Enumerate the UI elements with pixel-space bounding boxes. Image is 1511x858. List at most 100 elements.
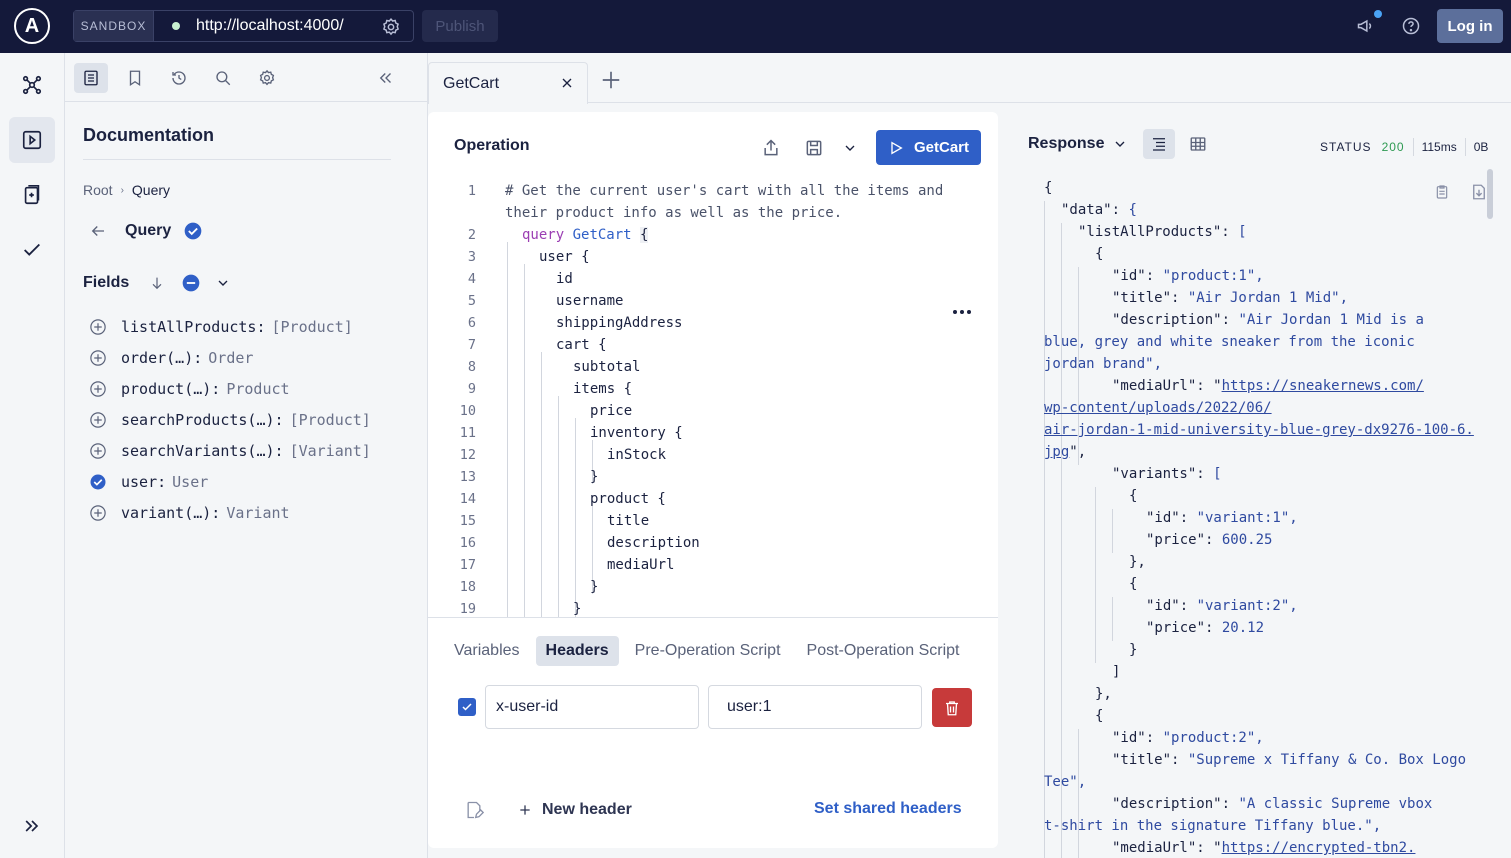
json-link[interactable]: air-jordan-1-mid-university-blue-grey-dx… [1044,422,1474,438]
json-key: "data": [1061,202,1129,218]
json-key: "title": [1112,752,1188,768]
tab-variables[interactable]: Variables [444,636,530,666]
connection-status-icon [172,22,180,30]
json-line: { [1129,576,1138,592]
field-row[interactable]: variant(…): Variant [89,497,371,528]
json-value: "variant:2", [1196,598,1298,614]
json-line: t-shirt in the signature Tiffany blue.", [1044,818,1381,834]
fields-title: Fields [83,274,130,291]
json-key: "description": [1112,796,1239,812]
json-line: { [1129,488,1138,504]
close-icon[interactable] [559,75,575,91]
line-number: 17 [459,557,476,573]
json-line: "data": { [1061,202,1137,218]
login-button[interactable]: Log in [1437,9,1503,43]
endpoint-url-input[interactable]: http://localhost:4000/ [196,17,344,35]
plus-circle-icon[interactable] [89,504,107,522]
new-header-button[interactable]: New header [518,801,632,819]
field-type: User [172,472,209,491]
publish-button[interactable]: Publish [422,10,498,42]
line-number: 11 [459,425,476,441]
code-line: inventory { [590,425,683,441]
bookmark-icon[interactable] [118,63,152,93]
field-name: listAllProducts: [121,317,266,336]
announcement-icon[interactable] [1356,10,1382,36]
tab-pre-operation-script[interactable]: Pre-Operation Script [625,636,791,666]
search-icon[interactable] [206,63,240,93]
json-link[interactable]: https://encrypted-tbn2. [1222,840,1416,856]
breadcrumb-root[interactable]: Root [83,182,113,198]
delete-header-button[interactable] [932,688,972,727]
help-icon[interactable] [1401,16,1421,36]
json-value: "product:1", [1162,268,1264,284]
collapse-panel-icon[interactable] [369,63,403,93]
response-json-viewer[interactable]: {"data": {"listAllProducts": [{"id": "pr… [1044,179,1490,858]
json-link[interactable]: https://sneakernews.com/ [1222,378,1424,394]
share-icon[interactable] [761,138,781,158]
line-number: 7 [467,337,476,353]
chevron-down-icon[interactable] [215,275,231,291]
trash-icon [943,699,961,717]
run-operation-button[interactable]: GetCart [876,130,981,165]
field-type: Variant [226,503,290,522]
field-row[interactable]: searchVariants(…): [Variant] [89,435,371,466]
response-title-dropdown[interactable]: Response [1028,135,1128,153]
documentation-icon[interactable] [74,63,108,93]
tab-post-operation-script[interactable]: Post-Operation Script [797,636,970,666]
header-enabled-checkbox[interactable] [458,698,476,716]
sort-arrow-down-icon[interactable] [149,275,165,291]
json-line: "title": "Air Jordan 1 Mid", [1112,290,1348,306]
table-view-icon[interactable] [1182,129,1214,159]
set-shared-headers-link[interactable]: Set shared headers [814,800,962,818]
edit-headers-icon[interactable] [464,800,484,820]
more-options-icon[interactable] [952,308,972,316]
json-link[interactable]: jpg [1044,444,1069,460]
plus-circle-icon[interactable] [89,318,107,336]
field-row[interactable]: searchProducts(…): [Product] [89,404,371,435]
json-link[interactable]: wp-content/uploads/2022/06/ [1044,400,1272,416]
save-icon[interactable] [804,138,824,158]
checks-icon[interactable] [9,227,55,273]
tab-getcart[interactable]: GetCart [428,62,588,104]
plus-icon [518,803,532,817]
check-circle-icon[interactable] [89,473,107,491]
operation-editor[interactable]: 1 # Get the current user's cart with all … [428,182,998,618]
plus-circle-icon[interactable] [89,380,107,398]
apollo-logo-icon[interactable]: A [14,8,50,44]
field-type: Product [226,379,290,398]
json-line: { [1044,180,1053,196]
json-line: "id": "variant:1", [1146,510,1298,526]
line-number: 10 [459,403,476,419]
tab-headers[interactable]: Headers [535,636,619,666]
divider [83,159,391,160]
sandbox-label: SANDBOX [74,11,154,41]
json-line: "title": "Supreme x Tiffany & Co. Box Lo… [1112,752,1466,768]
field-row[interactable]: product(…): Product [89,373,371,404]
settings-gear-icon[interactable] [250,63,284,93]
field-row[interactable]: order(…): Order [89,342,371,373]
expand-rail-icon[interactable] [9,803,55,849]
plus-circle-icon[interactable] [89,442,107,460]
deselect-all-icon[interactable] [181,273,201,293]
schema-icon[interactable] [9,62,55,108]
field-row[interactable]: user: User [89,466,371,497]
plus-circle-icon[interactable] [89,411,107,429]
history-icon[interactable] [162,63,196,93]
explorer-icon[interactable] [9,117,55,163]
chevron-down-icon[interactable] [842,138,858,158]
endpoint-bar: SANDBOX http://localhost:4000/ [73,10,414,42]
indent-guide [558,396,559,618]
header-key-input[interactable]: x-user-id [485,685,699,729]
indent-guide [507,242,508,618]
field-name: user: [121,472,167,491]
field-row[interactable]: listAllProducts: [Product] [89,311,371,342]
history-doc-icon[interactable] [9,172,55,218]
line-number: 1 [467,183,476,199]
back-arrow-icon[interactable] [89,222,107,240]
add-tab-icon[interactable] [600,69,622,91]
gear-icon[interactable] [381,17,401,37]
json-view-icon[interactable] [1143,129,1175,159]
plus-circle-icon[interactable] [89,349,107,367]
json-key: "variants": [1112,466,1214,482]
header-value-input[interactable]: user:1 [708,685,922,729]
